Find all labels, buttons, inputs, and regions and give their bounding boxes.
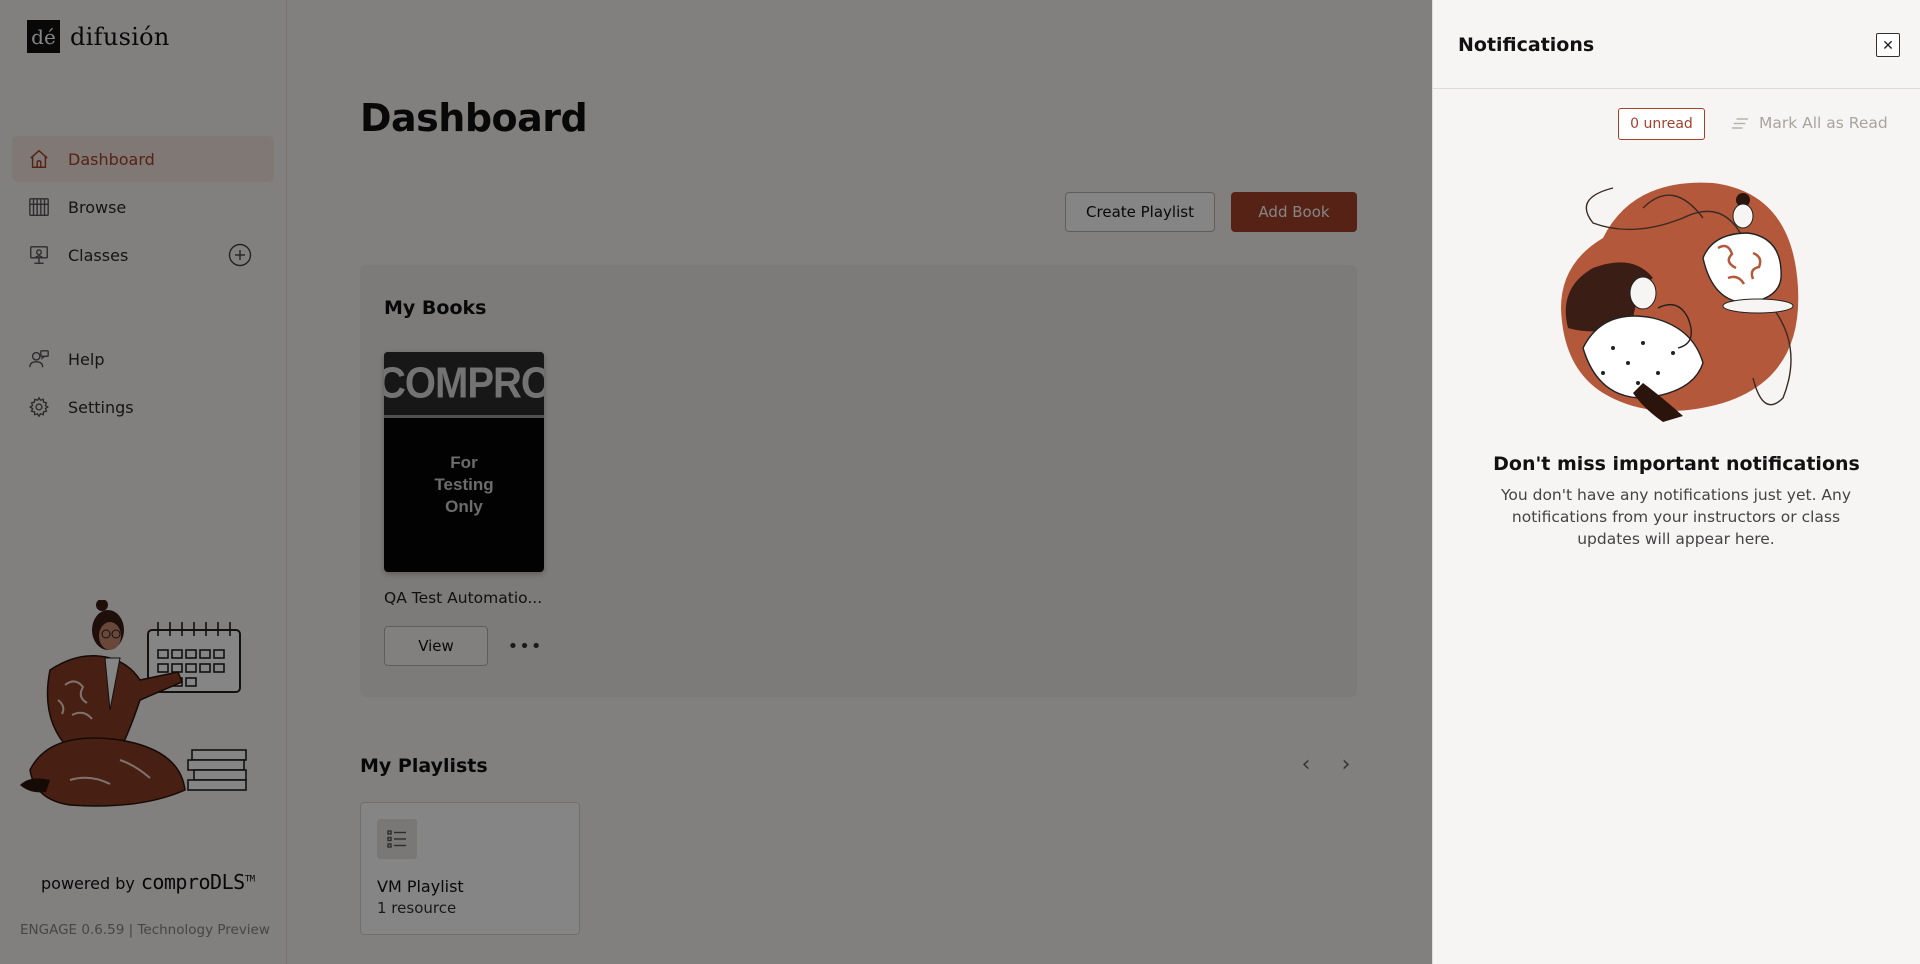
mark-all-read-button[interactable]: Mark All as Read xyxy=(1731,114,1888,132)
close-icon[interactable]: ✕ xyxy=(1876,33,1900,57)
mark-read-icon xyxy=(1731,117,1749,129)
drawer-title: Notifications xyxy=(1458,34,1595,56)
notifications-illustration xyxy=(1561,182,1799,422)
empty-state-description: You don't have any notifications just ye… xyxy=(1500,486,1852,548)
empty-state-title: Don't miss important notifications xyxy=(1493,453,1860,475)
unread-badge: 0 unread xyxy=(1618,108,1705,140)
modal-backdrop[interactable] xyxy=(0,0,1432,964)
notifications-drawer: Notifications ✕ 0 unread Mark All as Rea… xyxy=(1432,0,1920,964)
mark-all-read-label: Mark All as Read xyxy=(1759,114,1888,132)
drawer-header: Notifications ✕ xyxy=(1433,0,1920,89)
